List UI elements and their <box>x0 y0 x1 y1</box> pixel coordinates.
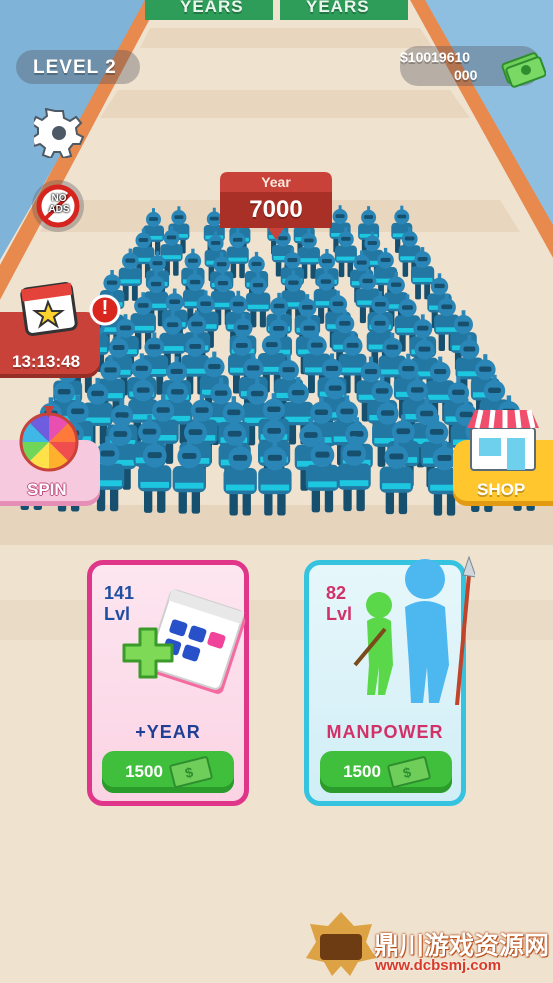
manpower-level-number: 82 <box>326 583 347 603</box>
gate-left-label: YEARS <box>180 0 244 16</box>
timer-label: 13:13:48 <box>12 352 81 371</box>
manpower-buy-button[interactable]: 1500 <box>320 751 452 793</box>
year-buy-button[interactable]: 1500 <box>102 751 234 793</box>
money-line2: 000 <box>454 67 478 83</box>
game-scene: YEARS YEARS LEVEL 2 $10019610 000 NO ADS… <box>0 0 553 983</box>
cash-icon <box>501 52 546 88</box>
no-ads-label: NO ADS <box>48 193 70 215</box>
year-upgrade-card[interactable]: 141 Lvl +YEAR 1500 <box>87 560 249 806</box>
gear-icon[interactable] <box>34 108 84 158</box>
year-badge-value: 7000 <box>249 196 303 223</box>
cash-icon <box>386 755 432 789</box>
shop-icon <box>467 409 539 471</box>
money-line1: $10019610 <box>400 49 471 65</box>
gate-right-label: YEARS <box>306 0 370 16</box>
level-indicator: LEVEL 2 <box>16 50 140 84</box>
watermark-url: www.dcbsmj.com <box>375 957 502 974</box>
manpower-price: 1500 <box>343 762 381 781</box>
manpower-card-title: MANPOWER <box>326 722 444 742</box>
spin-label: SPIN <box>27 480 67 499</box>
year-card-title: +YEAR <box>135 722 201 742</box>
year-price: 1500 <box>125 762 163 781</box>
year-badge-label: Year <box>261 174 291 190</box>
calendar-plus-icon <box>122 588 246 694</box>
alert-mark: ! <box>101 297 109 319</box>
spin-wheel-icon <box>19 406 79 472</box>
manpower-upgrade-card[interactable]: 82 Lvl MANPOWER 1500 <box>304 555 475 806</box>
cash-icon <box>168 755 214 789</box>
shop-label: SHOP <box>477 480 526 499</box>
level-label: LEVEL 2 <box>33 57 117 78</box>
soldier-icon <box>353 555 475 705</box>
no-ads-button[interactable]: NO ADS <box>32 180 84 232</box>
calendar-star-icon <box>20 282 78 336</box>
watermark-logo <box>306 912 376 976</box>
